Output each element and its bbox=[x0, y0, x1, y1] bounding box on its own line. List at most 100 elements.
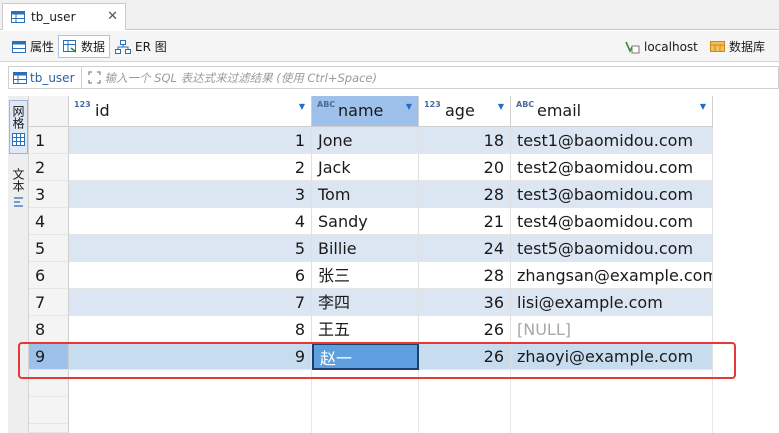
row-number-header bbox=[29, 96, 69, 127]
grid-line bbox=[510, 370, 511, 433]
empty-row-header bbox=[29, 397, 69, 424]
table-row[interactable]: 2 2 Jack 20 test2@baomidou.com bbox=[29, 154, 779, 181]
tab-grid-view[interactable]: 网格 bbox=[9, 100, 28, 154]
filter-bar: tb_user 输入一个 SQL 表达式来过滤结果 (使用 Ctrl+Space… bbox=[8, 66, 779, 89]
tab-data-label: 数据 bbox=[81, 40, 106, 54]
row-number[interactable]: 8 bbox=[29, 316, 69, 343]
cell-email[interactable]: test2@baomidou.com bbox=[511, 154, 713, 181]
table-row[interactable]: 1 1 Jone 18 test1@baomidou.com bbox=[29, 127, 779, 154]
database-selector[interactable]: 数据库 bbox=[706, 35, 769, 58]
cell-age[interactable]: 26 bbox=[419, 316, 511, 343]
cell-email[interactable]: zhangsan@example.com bbox=[511, 262, 713, 289]
connection-icon bbox=[625, 41, 640, 53]
column-name: name bbox=[338, 101, 384, 120]
row-number[interactable]: 6 bbox=[29, 262, 69, 289]
filter-table-selector[interactable]: tb_user bbox=[9, 67, 82, 88]
table-row-selected[interactable]: 9 9 赵一 26 zhaoyi@example.com bbox=[29, 343, 779, 370]
column-name: age bbox=[445, 101, 475, 120]
empty-row-header bbox=[29, 370, 69, 397]
column-name: id bbox=[95, 101, 110, 120]
cell-age[interactable]: 36 bbox=[419, 289, 511, 316]
cell-id[interactable]: 5 bbox=[69, 235, 312, 262]
row-number[interactable]: 9 bbox=[29, 343, 69, 370]
cell-name[interactable]: Jack bbox=[312, 154, 419, 181]
tab-text-view[interactable]: 文本 bbox=[9, 164, 28, 216]
cell-id[interactable]: 6 bbox=[69, 262, 312, 289]
chevron-down-icon[interactable]: ▼ bbox=[700, 102, 706, 111]
cell-age[interactable]: 28 bbox=[419, 181, 511, 208]
cell-id[interactable]: 2 bbox=[69, 154, 312, 181]
table-row[interactable]: 8 8 王五 26 [NULL] bbox=[29, 316, 779, 343]
table-icon bbox=[13, 71, 27, 84]
cell-email[interactable]: lisi@example.com bbox=[511, 289, 713, 316]
tab-tb-user[interactable]: tb_user ✕ bbox=[2, 3, 126, 30]
empty-row-header bbox=[29, 424, 69, 433]
tab-er-diagram[interactable]: ER 图 bbox=[111, 35, 171, 58]
text-type-icon: ABC bbox=[516, 100, 535, 109]
filter-input[interactable]: 输入一个 SQL 表达式来过滤结果 (使用 Ctrl+Space) bbox=[82, 70, 779, 86]
cell-age[interactable]: 18 bbox=[419, 127, 511, 154]
row-number[interactable]: 4 bbox=[29, 208, 69, 235]
cell-id[interactable]: 8 bbox=[69, 316, 312, 343]
cell-name[interactable]: Billie bbox=[312, 235, 419, 262]
cell-name[interactable]: 李四 bbox=[312, 289, 419, 316]
editor-toolbar: 属性 数据 ER 图 localhost 数据库 bbox=[0, 31, 779, 62]
result-grid: 123 id ▼ ABC name ▼ 123 age ▼ ABC email … bbox=[29, 96, 779, 433]
cell-id[interactable]: 1 bbox=[69, 127, 312, 154]
grid-view-label: 网格 bbox=[11, 105, 25, 129]
chevron-down-icon[interactable]: ▼ bbox=[299, 102, 305, 111]
tab-properties-label: 属性 bbox=[30, 40, 55, 54]
column-name: email bbox=[537, 101, 582, 120]
grid-icon bbox=[12, 133, 25, 146]
cell-name[interactable]: Tom bbox=[312, 181, 419, 208]
table-row[interactable]: 6 6 张三 28 zhangsan@example.com bbox=[29, 262, 779, 289]
cell-name[interactable]: Sandy bbox=[312, 208, 419, 235]
grid-line bbox=[418, 370, 419, 433]
row-number[interactable]: 5 bbox=[29, 235, 69, 262]
tab-properties[interactable]: 属性 bbox=[8, 35, 58, 58]
cell-id[interactable]: 9 bbox=[69, 343, 312, 370]
cell-email[interactable]: zhaoyi@example.com bbox=[511, 343, 713, 370]
column-header-email[interactable]: ABC email ▼ bbox=[511, 96, 713, 127]
chevron-down-icon[interactable]: ▼ bbox=[498, 102, 504, 111]
connection-label: localhost bbox=[644, 39, 698, 54]
row-number[interactable]: 3 bbox=[29, 181, 69, 208]
close-icon[interactable]: ✕ bbox=[107, 9, 118, 24]
cell-id[interactable]: 7 bbox=[69, 289, 312, 316]
properties-icon bbox=[12, 40, 26, 53]
data-grid-icon bbox=[63, 40, 77, 53]
cell-name[interactable]: 王五 bbox=[312, 316, 419, 343]
row-number[interactable]: 2 bbox=[29, 154, 69, 181]
tab-data[interactable]: 数据 bbox=[58, 35, 111, 58]
connection-selector[interactable]: localhost bbox=[620, 35, 702, 58]
column-header-id[interactable]: 123 id ▼ bbox=[69, 96, 312, 127]
cell-email[interactable]: test1@baomidou.com bbox=[511, 127, 713, 154]
cell-email[interactable]: test3@baomidou.com bbox=[511, 181, 713, 208]
cell-name-selected[interactable]: 赵一 bbox=[312, 343, 419, 370]
table-row[interactable]: 4 4 Sandy 21 test4@baomidou.com bbox=[29, 208, 779, 235]
cell-email[interactable]: test5@baomidou.com bbox=[511, 235, 713, 262]
column-header-age[interactable]: 123 age ▼ bbox=[419, 96, 511, 127]
row-number[interactable]: 7 bbox=[29, 289, 69, 316]
cell-name[interactable]: 张三 bbox=[312, 262, 419, 289]
cell-age[interactable]: 26 bbox=[419, 343, 511, 370]
database-icon bbox=[710, 41, 725, 52]
cell-id[interactable]: 4 bbox=[69, 208, 312, 235]
view-switcher-panel: 网格 文本 bbox=[8, 96, 29, 433]
cell-name[interactable]: Jone bbox=[312, 127, 419, 154]
cell-email[interactable]: test4@baomidou.com bbox=[511, 208, 713, 235]
cell-email-null[interactable]: [NULL] bbox=[511, 316, 713, 343]
table-row[interactable]: 3 3 Tom 28 test3@baomidou.com bbox=[29, 181, 779, 208]
table-row[interactable]: 7 7 李四 36 lisi@example.com bbox=[29, 289, 779, 316]
cell-id[interactable]: 3 bbox=[69, 181, 312, 208]
table-row[interactable]: 5 5 Billie 24 test5@baomidou.com bbox=[29, 235, 779, 262]
column-header-name[interactable]: ABC name ▼ bbox=[312, 96, 419, 127]
chevron-down-icon[interactable]: ▼ bbox=[406, 102, 412, 111]
text-view-label: 文本 bbox=[11, 168, 25, 192]
tab-er-label: ER 图 bbox=[135, 40, 167, 54]
cell-age[interactable]: 28 bbox=[419, 262, 511, 289]
cell-age[interactable]: 24 bbox=[419, 235, 511, 262]
cell-age[interactable]: 20 bbox=[419, 154, 511, 181]
row-number[interactable]: 1 bbox=[29, 127, 69, 154]
cell-age[interactable]: 21 bbox=[419, 208, 511, 235]
